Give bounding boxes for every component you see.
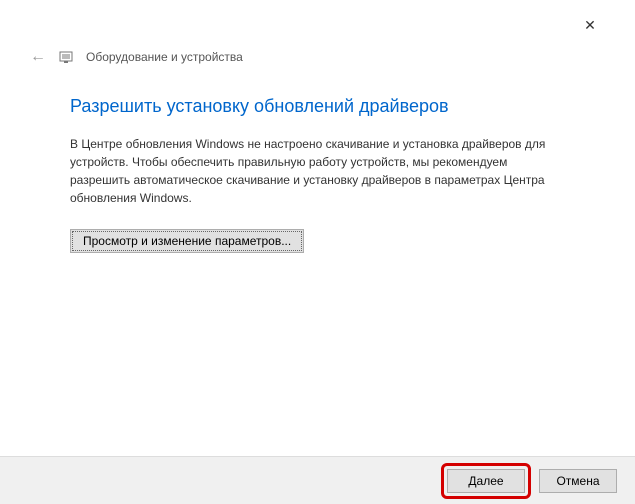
highlight-annotation: Далее [441,463,531,499]
back-arrow-icon[interactable]: ← [30,48,46,66]
body-text: В Центре обновления Windows не настроено… [70,135,565,207]
view-change-settings-button[interactable]: Просмотр и изменение параметров... [70,229,304,253]
close-icon: ✕ [584,17,596,34]
troubleshooter-window: ✕ ← Оборудование и устройства Разрешить … [0,0,635,504]
next-button[interactable]: Далее [447,469,525,493]
footer-bar: Далее Отмена [0,456,635,504]
cancel-button[interactable]: Отмена [539,469,617,493]
header-title: Оборудование и устройства [86,50,243,64]
hardware-icon [58,49,74,65]
content-area: Разрешить установку обновлений драйверов… [20,78,615,253]
close-button[interactable]: ✕ [570,11,610,39]
header-row: ← Оборудование и устройства [20,40,615,78]
main-heading: Разрешить установку обновлений драйверов [70,96,565,117]
titlebar: ✕ [20,10,615,40]
